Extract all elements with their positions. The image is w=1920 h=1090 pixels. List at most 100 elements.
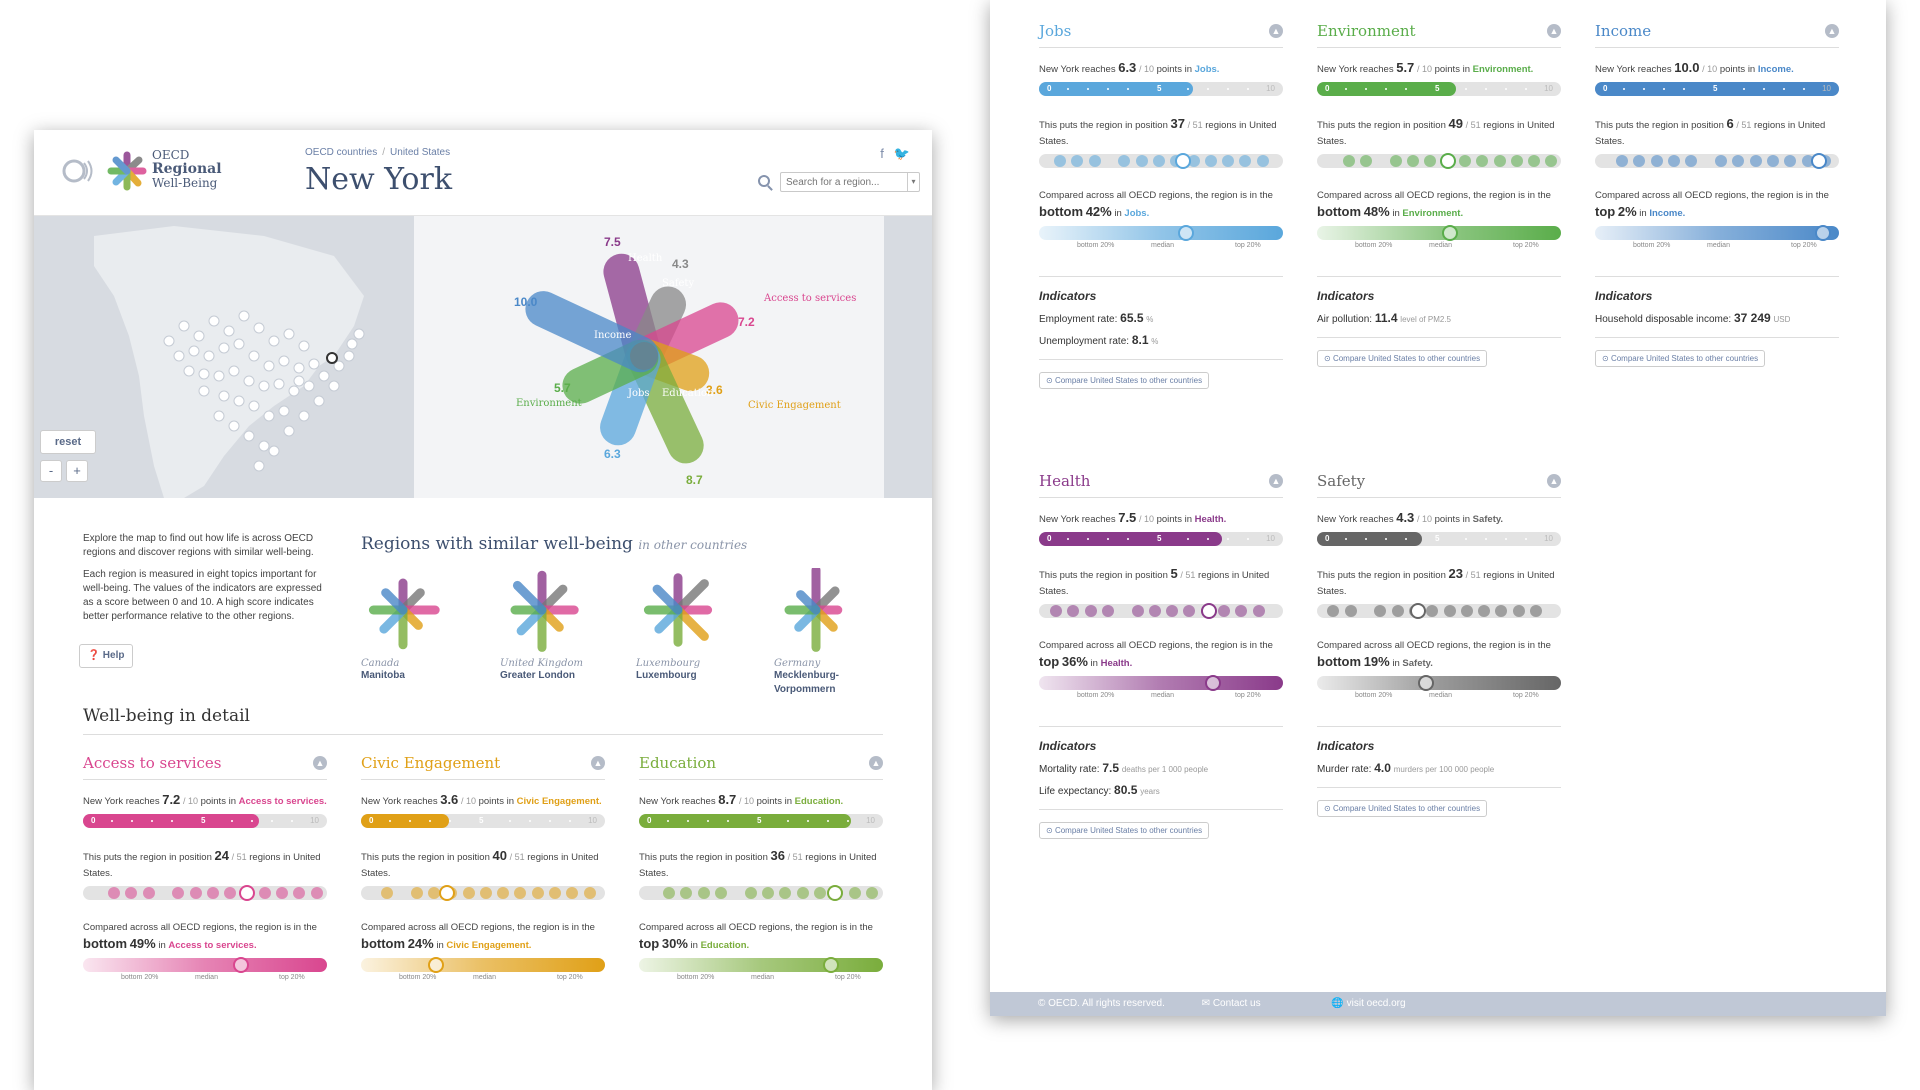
- region-marker[interactable]: [183, 365, 195, 377]
- position-bar[interactable]: [361, 885, 605, 901]
- help-button[interactable]: ❓ Help: [79, 644, 133, 668]
- region-marker[interactable]: [278, 355, 290, 367]
- region-marker[interactable]: [263, 360, 275, 372]
- region-marker[interactable]: [188, 345, 200, 357]
- comparison-marker[interactable]: [1815, 225, 1831, 241]
- region-marker[interactable]: [258, 440, 270, 452]
- visit-oecd-link[interactable]: 🌐 visit oecd.org: [1331, 998, 1439, 1009]
- search-dropdown-chevron-icon[interactable]: ▾: [907, 173, 919, 191]
- current-region-bubble[interactable]: [239, 885, 255, 901]
- new-york-well-being-flower[interactable]: Health 7.5 Safety 4.3 Access to services 7.2 C…: [414, 216, 884, 498]
- comparison-marker[interactable]: [1205, 675, 1221, 691]
- position-bar[interactable]: [1317, 603, 1561, 619]
- region-map[interactable]: Health 7.5 Safety 4.3 Access to services 7.2 C…: [34, 216, 932, 498]
- comparison-marker[interactable]: [1442, 225, 1458, 241]
- region-marker[interactable]: [213, 410, 225, 422]
- region-marker[interactable]: [173, 350, 185, 362]
- region-marker[interactable]: [198, 368, 210, 380]
- region-marker[interactable]: [298, 340, 310, 352]
- region-marker[interactable]: [263, 410, 275, 422]
- region-marker[interactable]: [298, 410, 310, 422]
- similar-region-item[interactable]: Canada Manitoba: [361, 568, 471, 683]
- region-marker[interactable]: [243, 375, 255, 387]
- region-marker[interactable]: [248, 350, 260, 362]
- comparison-marker[interactable]: [428, 957, 444, 973]
- scroll-up-arrow-icon[interactable]: ▲: [1547, 24, 1561, 38]
- region-marker[interactable]: [293, 362, 305, 374]
- region-marker[interactable]: [203, 350, 215, 362]
- compare-countries-link[interactable]: ⊙ Compare United States to other countri…: [1317, 350, 1488, 367]
- region-marker[interactable]: [223, 325, 235, 337]
- region-marker[interactable]: [218, 342, 230, 354]
- region-marker[interactable]: [308, 358, 320, 370]
- similar-region-item[interactable]: Luxembourg Luxembourg: [636, 568, 746, 683]
- region-marker[interactable]: [178, 320, 190, 332]
- current-region-bubble[interactable]: [1175, 153, 1191, 169]
- current-region-bubble[interactable]: [827, 885, 843, 901]
- position-bar[interactable]: [1039, 153, 1283, 169]
- region-marker[interactable]: [253, 322, 265, 334]
- region-marker[interactable]: [293, 375, 305, 387]
- current-region-bubble[interactable]: [1410, 603, 1426, 619]
- compare-countries-link[interactable]: ⊙ Compare United States to other countri…: [1317, 800, 1488, 817]
- scroll-up-arrow-icon[interactable]: ▲: [1547, 474, 1561, 488]
- similar-region-item[interactable]: United Kingdom Greater London: [500, 568, 610, 683]
- region-marker[interactable]: [346, 338, 358, 350]
- region-marker[interactable]: [278, 405, 290, 417]
- region-marker[interactable]: [213, 370, 225, 382]
- zoom-out-button[interactable]: -: [40, 460, 62, 482]
- scroll-up-arrow-icon[interactable]: ▲: [1269, 474, 1283, 488]
- region-marker[interactable]: [198, 385, 210, 397]
- region-marker[interactable]: [328, 380, 340, 392]
- position-bar[interactable]: [83, 885, 327, 901]
- search-input[interactable]: [780, 172, 920, 192]
- scroll-up-arrow-icon[interactable]: ▲: [591, 756, 605, 770]
- region-marker[interactable]: [303, 380, 315, 392]
- region-marker[interactable]: [233, 338, 245, 350]
- scroll-up-arrow-icon[interactable]: ▲: [1269, 24, 1283, 38]
- scroll-up-arrow-icon[interactable]: ▲: [869, 756, 883, 770]
- current-region-bubble[interactable]: [1440, 153, 1456, 169]
- region-marker[interactable]: [318, 370, 330, 382]
- facebook-icon[interactable]: f: [880, 146, 884, 161]
- zoom-in-button[interactable]: +: [66, 460, 88, 482]
- comparison-marker[interactable]: [1178, 225, 1194, 241]
- new-york-marker[interactable]: [326, 352, 338, 364]
- region-marker[interactable]: [248, 400, 260, 412]
- scroll-up-arrow-icon[interactable]: ▲: [313, 756, 327, 770]
- region-marker[interactable]: [343, 350, 355, 362]
- current-region-bubble[interactable]: [1811, 153, 1827, 169]
- region-marker[interactable]: [288, 385, 300, 397]
- region-marker[interactable]: [313, 395, 325, 407]
- breadcrumb-oecd-countries[interactable]: OECD countries: [305, 147, 377, 158]
- region-marker[interactable]: [243, 430, 255, 442]
- region-marker[interactable]: [228, 365, 240, 377]
- compare-countries-link[interactable]: ⊙ Compare United States to other countri…: [1039, 372, 1210, 389]
- map-reset-button[interactable]: reset: [40, 430, 96, 454]
- site-logo-text[interactable]: OECD Regional Well-Being: [152, 148, 222, 190]
- similar-region-item[interactable]: Germany Mecklenburg-Vorpommern: [774, 568, 884, 697]
- scroll-up-arrow-icon[interactable]: ▲: [1825, 24, 1839, 38]
- position-bar[interactable]: [1595, 153, 1839, 169]
- region-marker[interactable]: [268, 445, 280, 457]
- comparison-marker[interactable]: [1418, 675, 1434, 691]
- region-marker[interactable]: [218, 390, 230, 402]
- region-marker[interactable]: [353, 328, 365, 340]
- contact-link[interactable]: ✉ Contact us: [1202, 998, 1295, 1009]
- region-marker[interactable]: [258, 380, 270, 392]
- region-marker[interactable]: [283, 425, 295, 437]
- region-marker[interactable]: [228, 420, 240, 432]
- region-marker[interactable]: [268, 335, 280, 347]
- search-icon[interactable]: [758, 175, 770, 187]
- region-marker[interactable]: [233, 395, 245, 407]
- compare-countries-link[interactable]: ⊙ Compare United States to other countri…: [1595, 350, 1766, 367]
- breadcrumb-united-states[interactable]: United States: [390, 147, 450, 158]
- region-marker[interactable]: [163, 335, 175, 347]
- position-bar[interactable]: [1039, 603, 1283, 619]
- position-bar[interactable]: [1317, 153, 1561, 169]
- region-marker[interactable]: [273, 378, 285, 390]
- region-marker[interactable]: [253, 460, 265, 472]
- comparison-marker[interactable]: [233, 957, 249, 973]
- current-region-bubble[interactable]: [439, 885, 455, 901]
- region-marker[interactable]: [193, 330, 205, 342]
